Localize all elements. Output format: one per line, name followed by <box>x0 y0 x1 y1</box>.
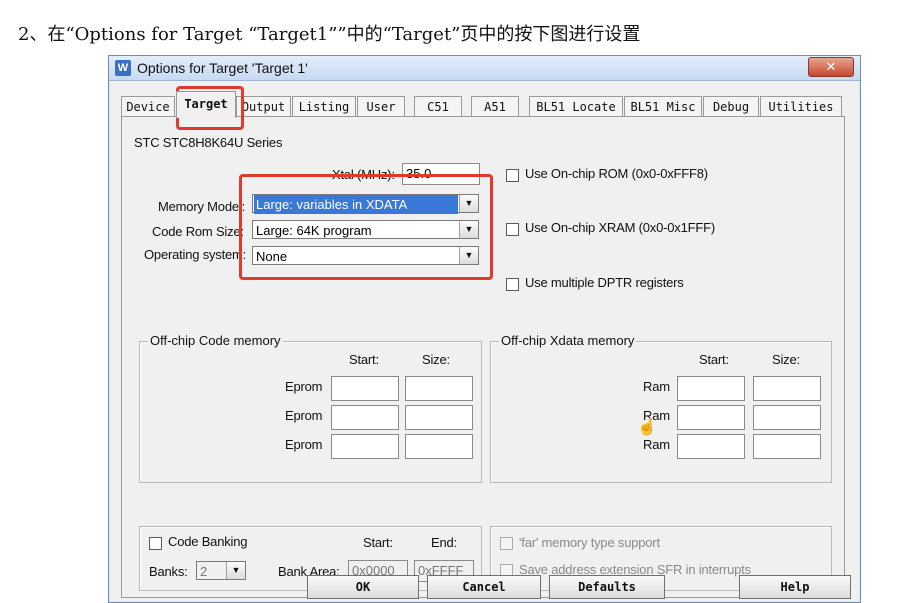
banks-value: 2 <box>200 564 208 579</box>
tab-device[interactable]: Device <box>121 96 175 117</box>
chip-series-label: STC STC8H8K64U Series <box>134 135 283 150</box>
far-memory-label: 'far' memory type support <box>519 535 660 550</box>
eprom-start-1[interactable] <box>331 376 399 401</box>
xtal-label: Xtal (MHz): <box>332 167 395 182</box>
ok-button[interactable]: OK <box>307 575 419 599</box>
close-button[interactable]: ✕ <box>808 57 854 77</box>
ram-start-1[interactable] <box>677 376 745 401</box>
tab-listing[interactable]: Listing <box>292 96 356 117</box>
eprom-start-3[interactable] <box>331 434 399 459</box>
dialog-titlebar: W Options for Target 'Target 1' ✕ <box>109 56 860 81</box>
options-dialog: W Options for Target 'Target 1' ✕ Device… <box>108 55 861 603</box>
ram-start-2[interactable] <box>677 405 745 430</box>
code-size-header: Size: <box>422 352 450 367</box>
tab-bl51-locate[interactable]: BL51 Locate <box>529 96 623 117</box>
ram-label-1: Ram <box>643 379 670 394</box>
ram-size-1[interactable] <box>753 376 821 401</box>
code-banking-label: Code Banking <box>168 534 248 549</box>
eprom-size-2[interactable] <box>405 405 473 430</box>
cancel-button[interactable]: Cancel <box>427 575 541 599</box>
tab-output[interactable]: Output <box>236 96 291 117</box>
tab-debug[interactable]: Debug <box>703 96 759 117</box>
ram-size-2[interactable] <box>753 405 821 430</box>
far-memory-checkbox[interactable] <box>500 537 513 550</box>
defaults-button[interactable]: Defaults <box>549 575 665 599</box>
ram-label-3: Ram <box>643 437 670 452</box>
eprom-size-1[interactable] <box>405 376 473 401</box>
bank-end-header: End: <box>431 535 457 550</box>
xdata-size-header: Size: <box>772 352 800 367</box>
eprom-label-1: Eprom <box>285 379 323 394</box>
os-label: Operating system: <box>144 247 247 262</box>
tab-bl51-misc[interactable]: BL51 Misc <box>624 96 702 117</box>
multi-dptr-label: Use multiple DPTR registers <box>525 275 684 290</box>
tab-utilities[interactable]: Utilities <box>760 96 842 117</box>
code-start-header: Start: <box>349 352 379 367</box>
banks-select[interactable]: 2 ▼ <box>196 561 246 580</box>
chevron-down-icon[interactable]: ▼ <box>459 195 478 212</box>
tab-c51[interactable]: C51 <box>414 96 462 117</box>
code-rom-value: Large: 64K program <box>256 223 372 238</box>
ram-start-3[interactable] <box>677 434 745 459</box>
eprom-start-2[interactable] <box>331 405 399 430</box>
tab-a51[interactable]: A51 <box>471 96 519 117</box>
onchip-xram-checkbox[interactable] <box>506 223 519 236</box>
memory-model-label: Memory Model: <box>158 199 245 214</box>
os-select[interactable]: None ▼ <box>252 246 479 265</box>
ram-size-3[interactable] <box>753 434 821 459</box>
eprom-label-2: Eprom <box>285 408 323 423</box>
offchip-code-legend: Off-chip Code memory <box>148 333 283 348</box>
code-rom-select[interactable]: Large: 64K program ▼ <box>252 220 479 239</box>
offchip-xdata-group: Off-chip Xdata memory Start: Size: Ram R… <box>490 333 832 483</box>
dialog-title: Options for Target 'Target 1' <box>137 60 308 76</box>
onchip-xram-label: Use On-chip XRAM (0x0-0x1FFF) <box>525 220 715 235</box>
help-button[interactable]: Help <box>739 575 851 599</box>
chevron-down-icon[interactable]: ▼ <box>459 221 478 238</box>
onchip-rom-checkbox[interactable] <box>506 169 519 182</box>
code-banking-checkbox[interactable] <box>149 537 162 550</box>
code-rom-label: Code Rom Size: <box>152 224 244 239</box>
eprom-label-3: Eprom <box>285 437 323 452</box>
banks-label: Banks: <box>149 564 188 579</box>
tab-target[interactable]: Target <box>176 91 236 118</box>
tab-user[interactable]: User <box>357 96 405 117</box>
chevron-down-icon[interactable]: ▼ <box>226 562 245 579</box>
keil-app-icon: W <box>115 60 131 76</box>
memory-model-select[interactable]: Large: variables in XDATA ▼ <box>252 194 479 214</box>
xtal-input[interactable]: 35.0 <box>402 163 480 185</box>
eprom-size-3[interactable] <box>405 434 473 459</box>
instruction-heading: 2、在“Options for Target “Target1””中的“Targ… <box>18 24 641 45</box>
offchip-xdata-legend: Off-chip Xdata memory <box>499 333 637 348</box>
xdata-start-header: Start: <box>699 352 729 367</box>
bank-start-header: Start: <box>363 535 393 550</box>
onchip-rom-label: Use On-chip ROM (0x0-0xFFF8) <box>525 166 708 181</box>
os-value: None <box>256 249 288 264</box>
multi-dptr-checkbox[interactable] <box>506 278 519 291</box>
chevron-down-icon[interactable]: ▼ <box>459 247 478 264</box>
memory-model-value: Large: variables in XDATA <box>254 195 458 214</box>
hand-cursor-icon: ☝ <box>637 419 657 436</box>
offchip-code-group: Off-chip Code memory Start: Size: Eprom … <box>139 333 482 483</box>
target-panel: STC STC8H8K64U Series Xtal (MHz): 35.0 M… <box>121 116 845 598</box>
